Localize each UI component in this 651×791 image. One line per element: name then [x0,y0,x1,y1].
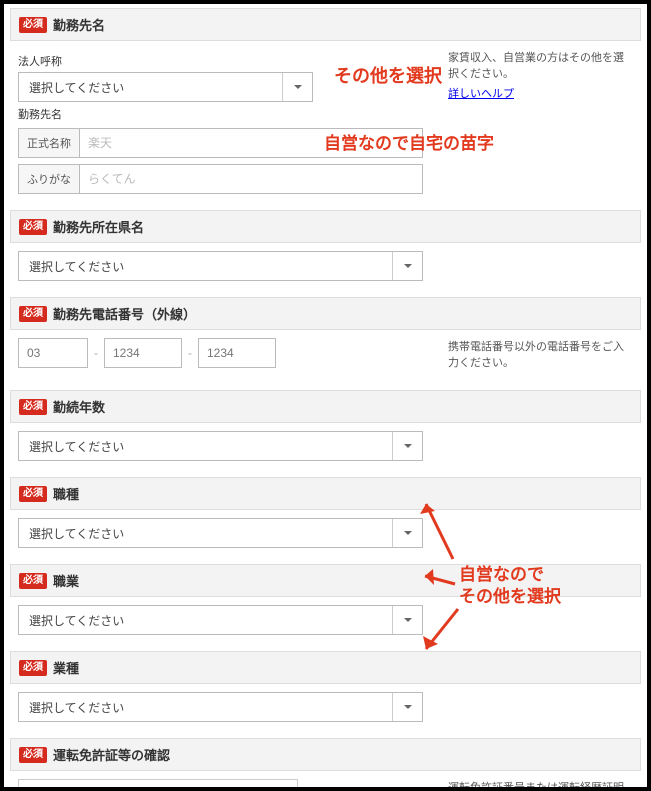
select-industry[interactable]: 選択してください [18,692,423,722]
separator: - [94,346,98,360]
select-houjin[interactable]: 選択してください [18,72,313,102]
radio-yes[interactable]: あり [29,786,73,791]
select-years[interactable]: 選択してください [18,431,423,461]
separator: - [188,346,192,360]
prefix-formal: 正式名称 [18,128,79,158]
section-workplace-name: 必須 勤務先名 法人呼称 選択してください 勤務先名 正式名称 [10,8,641,204]
section-occupation: 必須 職業 選択してください [10,564,641,645]
prefix-kana: ふりがな [18,164,79,194]
radio-group-license: あり なし [18,779,298,791]
input-phone-2[interactable] [104,338,182,368]
required-badge: 必須 [19,306,47,322]
chevron-down-icon [392,432,422,460]
select-jobtype[interactable]: 選択してください [18,518,423,548]
required-badge: 必須 [19,219,47,235]
required-badge: 必須 [19,17,47,33]
input-workname-formal[interactable] [79,128,423,158]
section-header: 必須 勤務先名 [10,8,641,41]
chevron-down-icon [392,693,422,721]
section-prefecture: 必須 勤務先所在県名 選択してください [10,210,641,291]
chevron-down-icon [392,519,422,547]
chevron-down-icon [392,606,422,634]
section-jobtype: 必須 職種 選択してください [10,477,641,558]
section-title: 勤務先電話番号（外線） [53,304,196,323]
section-phone: 必須 勤務先電話番号（外線） - - 携帯電話番号以外の電話番号をご入力ください… [10,297,641,384]
section-title: 勤務先所在県名 [53,217,144,236]
hint-text: 家賃収入、自営業の方はその他を選択ください。 [448,49,633,81]
select-prefecture[interactable]: 選択してください [18,251,423,281]
section-years: 必須 勤続年数 選択してください [10,390,641,471]
label-workname: 勤務先名 [18,106,448,122]
section-license: 必須 運転免許証等の確認 あり なし ※「あり」の場合は運転免許証番号または運転… [10,738,641,791]
label-houjin: 法人呼称 [18,53,448,69]
chevron-down-icon [392,252,422,280]
input-phone-1[interactable] [18,338,88,368]
help-link[interactable]: 詳しいヘルプ [448,88,514,100]
input-phone-3[interactable] [198,338,276,368]
section-industry: 必須 業種 選択してください [10,651,641,732]
hint-text: 運転免許証番号または運転経歴証明書番号をお持ちの方はご入力ください。 資金業法に… [448,779,633,791]
input-workname-kana[interactable] [79,164,423,194]
chevron-down-icon [282,73,312,101]
hint-text: 携帯電話番号以外の電話番号をご入力ください。 [448,338,633,370]
select-text: 選択してください [29,79,124,96]
radio-no[interactable]: なし [101,786,145,791]
section-title: 勤務先名 [53,15,105,34]
select-occupation[interactable]: 選択してください [18,605,423,635]
